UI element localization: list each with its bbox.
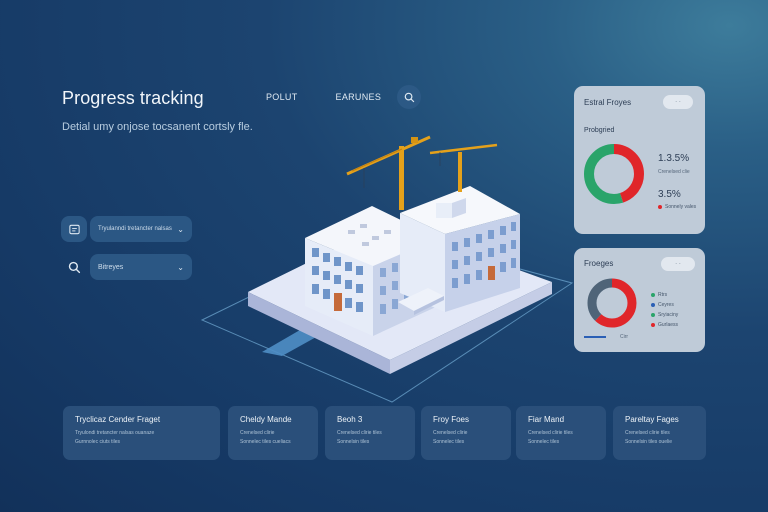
status-donut-chart <box>584 144 644 204</box>
bottom-card-body: Crenelsed clirie tiles Sonnelsin tiles <box>337 430 382 445</box>
legend-item: Ceyres <box>651 302 674 308</box>
bottom-card-body: Crenelsed clirie Sonnelec tiles <box>433 430 468 445</box>
progress-card-toggle[interactable]: · · <box>661 257 695 271</box>
bottom-card-title: Pareltay Fages <box>625 415 679 424</box>
bottom-card-title: Tryclicaz Cender Fraget <box>75 415 161 424</box>
bottom-card[interactable]: Cheldy Mande Crenelsed clirie Sonnelec ti… <box>228 406 318 460</box>
bottom-card[interactable]: Froy Foes Crenelsed clirie Sonnelec tiles <box>421 406 511 460</box>
status-caption-2: Sonnely vales <box>665 204 697 210</box>
construction-crane-icon <box>346 135 431 210</box>
progress-card-title: Froeges <box>584 259 614 268</box>
bottom-card[interactable]: Pareltay Fages Crenelsed clirie tiles Son… <box>613 406 706 460</box>
bottom-card[interactable]: Beoh 3 Crenelsed clirie tiles Sonnelsin t… <box>325 406 415 460</box>
status-card-title: Estral Froyes <box>584 98 632 107</box>
legend-dot-red <box>658 205 662 209</box>
status-legend-row: Sonnely vales <box>658 204 696 210</box>
bottom-card-body: Crenelsed clirie tiles Sonnelsin tiles ou… <box>625 430 672 445</box>
status-caption-1: Crenelsed clie <box>658 169 690 175</box>
status-value-2: 3.5% <box>658 189 681 200</box>
bottom-card-body: Crenelsed clirie tiles Sonnelec tiles <box>528 430 573 445</box>
bottom-card-title: Fiar Mand <box>528 415 565 424</box>
progress-card: Froeges · · Rtrs Ceyres Sryiaciny Gurlae… <box>574 248 705 352</box>
status-card-toggle[interactable]: · · <box>663 95 693 109</box>
bottom-card-title: Cheldy Mande <box>240 415 292 424</box>
construction-crane-icon <box>429 143 498 192</box>
status-value-1: 1.3.5% <box>658 153 690 164</box>
progress-footer-bar <box>584 336 606 338</box>
legend-item: Sryiaciny <box>651 312 678 318</box>
progress-footer-label: Cirr <box>620 334 629 340</box>
status-card: Estral Froyes · · Probgried 1.3.5% Crene… <box>574 86 705 234</box>
progress-donut-chart <box>587 278 637 328</box>
legend-item: Rtrs <box>651 292 667 298</box>
status-card-subtitle: Probgried <box>584 127 615 134</box>
bottom-card-title: Froy Foes <box>433 415 470 424</box>
bottom-card-body: Crenelsed clirie Sonnelec tiles cueliacs <box>240 430 291 445</box>
bottom-card-title: Beoh 3 <box>337 415 363 424</box>
bottom-card[interactable]: Fiar Mand Crenelsed clirie tiles Sonnelec… <box>516 406 606 460</box>
bottom-card[interactable]: Tryclicaz Cender Fraget Tryulondi tretan… <box>63 406 220 460</box>
bottom-card-body: Tryulondi tretancter nalsas ouanaze Gurnn… <box>75 430 155 445</box>
legend-item: Gurlaess <box>651 322 678 328</box>
